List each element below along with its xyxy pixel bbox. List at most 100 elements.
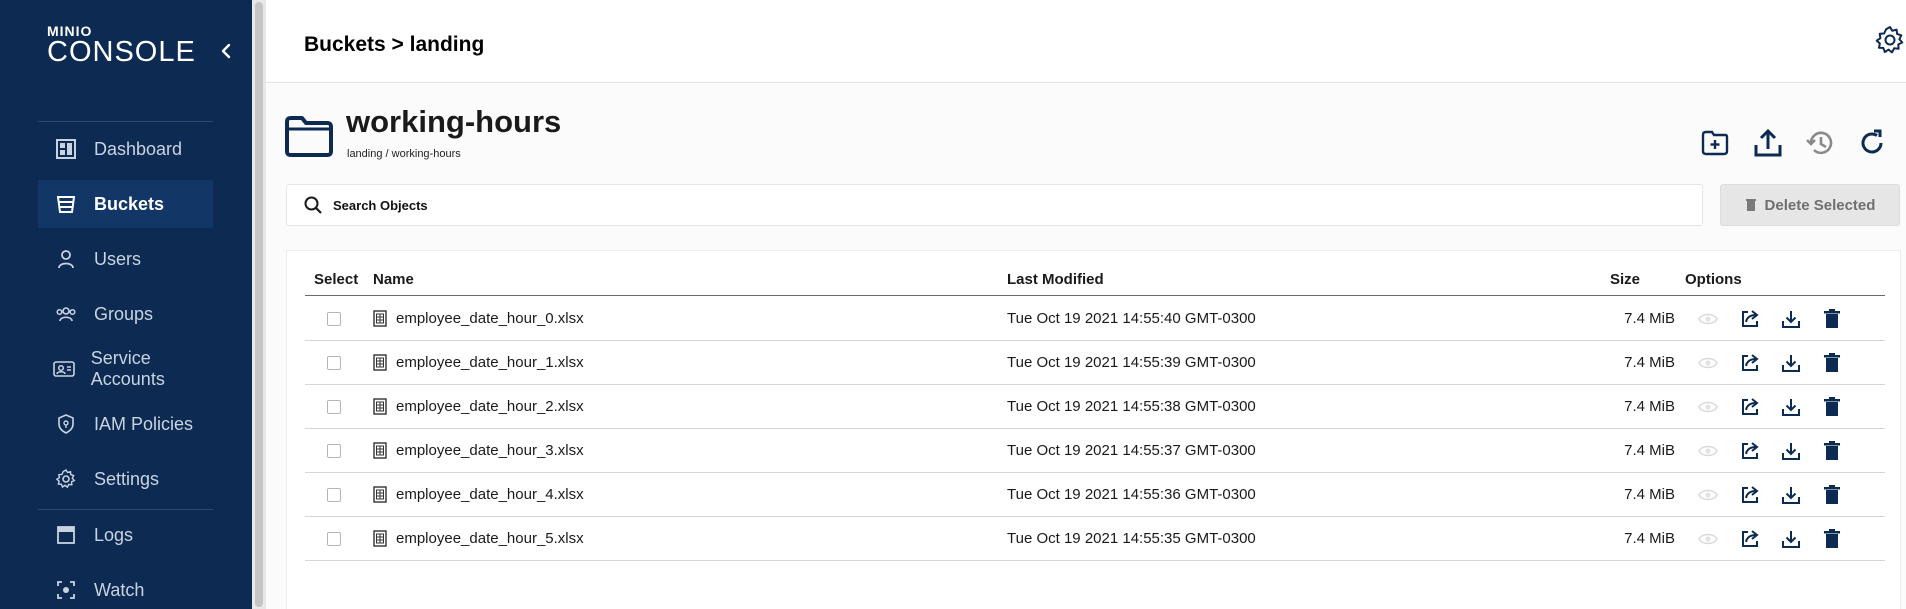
sidebar-item-users[interactable]: Users [38,235,213,283]
trash-icon [1824,309,1840,328]
collapse-sidebar-button[interactable] [215,38,237,64]
table-row[interactable]: employee_date_hour_3.xlsx Tue Oct 19 2021… [305,429,1885,473]
share-icon [1742,530,1759,547]
share-button[interactable] [1739,308,1761,330]
preview-button[interactable] [1697,352,1719,374]
sidebar-item-groups[interactable]: Groups [38,290,213,338]
preview-button[interactable] [1697,528,1719,550]
share-button[interactable] [1739,440,1761,462]
sidebar-item-label: Dashboard [94,138,183,159]
table-row[interactable]: employee_date_hour_0.xlsx Tue Oct 19 2021… [305,297,1885,341]
file-name[interactable]: employee_date_hour_2.xlsx [396,398,584,415]
create-folder-button[interactable] [1698,126,1732,160]
share-button[interactable] [1739,352,1761,374]
delete-button[interactable] [1821,484,1843,506]
download-icon [1782,487,1800,504]
preview-button[interactable] [1697,484,1719,506]
download-button[interactable] [1780,352,1802,374]
delete-button[interactable] [1821,396,1843,418]
sidebar-item-label: Settings [94,468,160,489]
eye-icon [1698,313,1718,325]
row-select-checkbox[interactable] [327,532,341,546]
eye-icon [1698,489,1718,501]
download-button[interactable] [1780,484,1802,506]
delete-button[interactable] [1821,308,1843,330]
upload-button[interactable] [1751,126,1785,160]
preview-button[interactable] [1697,396,1719,418]
file-name[interactable]: employee_date_hour_0.xlsx [396,310,584,327]
delete-button[interactable] [1821,352,1843,374]
object-path: landing / working-hours [347,148,461,160]
eye-icon [1698,401,1718,413]
minio-console-logo[interactable]: MINIO CONSOLE [47,24,196,67]
table-row[interactable]: employee_date_hour_2.xlsx Tue Oct 19 2021… [305,385,1885,429]
history-icon [1806,131,1833,155]
share-icon [1742,354,1759,371]
download-icon [1782,531,1800,548]
refresh-button[interactable] [1855,126,1889,160]
sidebar-item-label: Logs [94,524,134,545]
delete-selected-button[interactable]: Delete Selected [1720,184,1900,226]
table-row[interactable]: employee_date_hour_5.xlsx Tue Oct 19 2021… [305,517,1885,561]
share-button[interactable] [1739,528,1761,550]
logs-icon [52,521,80,549]
sidebar-item-label: Users [94,248,142,269]
trash-icon [1824,441,1840,460]
search-input[interactable] [333,197,1633,213]
sidebar-item-buckets[interactable]: Buckets [38,180,213,228]
breadcrumb[interactable]: Buckets > landing [304,33,484,57]
sidebar-item-dashboard[interactable]: Dashboard [38,125,213,173]
download-button[interactable] [1780,440,1802,462]
sidebar-item-watch[interactable]: Watch [38,566,213,609]
settings-gear-button[interactable] [1874,24,1906,56]
download-button[interactable] [1780,396,1802,418]
file-size-value: 7.4 MiB [1624,310,1675,327]
share-button[interactable] [1739,484,1761,506]
gear-icon [1875,26,1904,54]
spreadsheet-file-icon [373,398,387,415]
nav-divider [38,509,213,510]
table-row[interactable]: employee_date_hour_1.xlsx Tue Oct 19 2021… [305,341,1885,385]
row-select-checkbox[interactable] [327,488,341,502]
chevron-left-icon [221,43,231,59]
sidebar-scrollbar[interactable] [252,0,266,609]
delete-button[interactable] [1821,440,1843,462]
sidebar-item-settings[interactable]: Settings [38,455,213,503]
spreadsheet-file-icon [373,530,387,547]
sidebar-item-logs[interactable]: Logs [38,511,213,559]
spreadsheet-file-icon [373,354,387,371]
file-name[interactable]: employee_date_hour_5.xlsx [396,530,584,547]
row-select-checkbox[interactable] [327,312,341,326]
sidebar-item-service-accounts[interactable]: Service Accounts [38,345,213,393]
file-name[interactable]: employee_date_hour_1.xlsx [396,354,584,371]
download-button[interactable] [1780,528,1802,550]
row-select-checkbox[interactable] [327,444,341,458]
download-icon [1782,311,1800,328]
column-header-size[interactable]: Size [1610,271,1640,288]
last-modified-value: Tue Oct 19 2021 14:55:38 GMT-0300 [1007,398,1256,415]
preview-button[interactable] [1697,308,1719,330]
column-header-name[interactable]: Name [373,271,414,288]
row-select-checkbox[interactable] [327,356,341,370]
sidebar-item-label: Service Accounts [90,348,165,389]
file-name[interactable]: employee_date_hour_3.xlsx [396,442,584,459]
download-button[interactable] [1780,308,1802,330]
upload-icon [1754,128,1782,157]
file-size-value: 7.4 MiB [1624,486,1675,503]
download-icon [1782,443,1800,460]
row-select-checkbox[interactable] [327,400,341,414]
gear-icon [52,465,80,493]
share-icon [1742,442,1759,459]
share-button[interactable] [1739,396,1761,418]
delete-button[interactable] [1821,528,1843,550]
trash-icon [1824,529,1840,548]
rewind-history-button[interactable] [1803,126,1837,160]
download-icon [1782,355,1800,372]
last-modified-value: Tue Oct 19 2021 14:55:35 GMT-0300 [1007,530,1256,547]
column-header-last-modified[interactable]: Last Modified [1007,271,1104,288]
preview-button[interactable] [1697,440,1719,462]
table-row[interactable]: employee_date_hour_4.xlsx Tue Oct 19 2021… [305,473,1885,517]
sidebar-item-iam-policies[interactable]: IAM Policies [38,400,213,448]
scrollbar-thumb[interactable] [255,2,263,607]
file-name[interactable]: employee_date_hour_4.xlsx [396,486,584,503]
